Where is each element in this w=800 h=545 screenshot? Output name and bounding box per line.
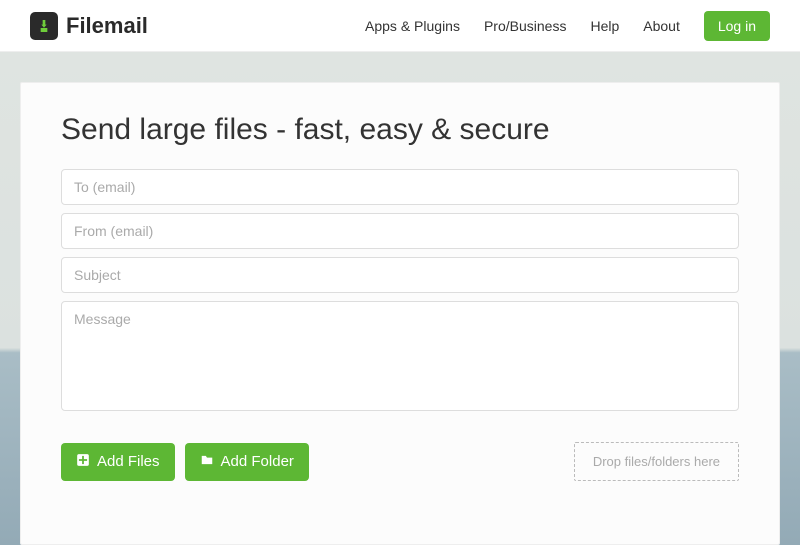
actions-row: Add Files Add Folder Drop files/folders … [61, 442, 739, 481]
add-files-button[interactable]: Add Files [61, 443, 175, 481]
brand-name: Filemail [66, 13, 148, 39]
top-nav: Filemail Apps & Plugins Pro/Business Hel… [0, 0, 800, 52]
folder-icon [200, 453, 214, 471]
send-form [61, 169, 739, 424]
send-card: Send large files - fast, easy & secure A… [20, 82, 780, 545]
add-files-label: Add Files [97, 453, 160, 470]
brand-logo[interactable]: Filemail [30, 12, 148, 40]
nav-apps-plugins[interactable]: Apps & Plugins [365, 18, 460, 34]
plus-icon [76, 453, 90, 471]
logo-icon [30, 12, 58, 40]
add-folder-button[interactable]: Add Folder [185, 443, 309, 481]
nav-links: Apps & Plugins Pro/Business Help About L… [365, 11, 770, 41]
hero-background: Send large files - fast, easy & secure A… [0, 52, 800, 545]
nav-about[interactable]: About [643, 18, 680, 34]
subject-field[interactable] [61, 257, 739, 293]
login-button[interactable]: Log in [704, 11, 770, 41]
message-field[interactable] [61, 301, 739, 411]
dropzone[interactable]: Drop files/folders here [574, 442, 739, 481]
nav-pro-business[interactable]: Pro/Business [484, 18, 566, 34]
to-email-field[interactable] [61, 169, 739, 205]
from-email-field[interactable] [61, 213, 739, 249]
headline: Send large files - fast, easy & secure [61, 113, 739, 147]
nav-help[interactable]: Help [590, 18, 619, 34]
add-folder-label: Add Folder [221, 453, 294, 470]
